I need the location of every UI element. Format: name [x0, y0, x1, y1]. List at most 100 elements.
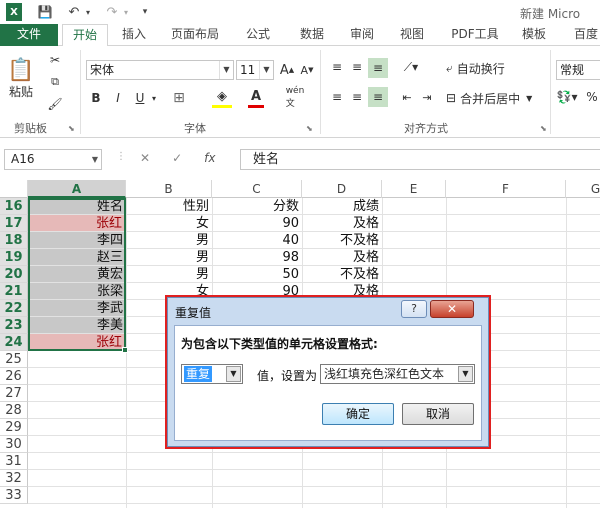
cell-c16[interactable]: 分数: [212, 198, 302, 215]
underline-button[interactable]: U: [132, 88, 148, 108]
row-header[interactable]: 31: [0, 453, 28, 470]
row-header[interactable]: 27: [0, 385, 28, 402]
column-header-b[interactable]: B: [126, 180, 212, 198]
row-header[interactable]: 24: [0, 334, 28, 351]
enter-icon[interactable]: ✓: [172, 151, 182, 165]
cell-c17[interactable]: 90: [212, 215, 302, 232]
redo-dropdown-icon[interactable]: ▾: [122, 3, 130, 21]
tab-view[interactable]: 视图: [392, 24, 432, 46]
cell-c20[interactable]: 50: [212, 266, 302, 283]
align-right-icon[interactable]: ≡: [368, 87, 388, 107]
tab-review[interactable]: 审阅: [342, 24, 382, 46]
alignment-launcher-icon[interactable]: ⬊: [540, 124, 547, 133]
name-box[interactable]: A16 ▼: [4, 149, 102, 170]
fx-icon[interactable]: fx: [204, 151, 215, 165]
grow-font-button[interactable]: A ▲: [278, 60, 296, 80]
row-header[interactable]: 18: [0, 232, 28, 249]
ok-button[interactable]: 确定: [322, 403, 394, 425]
cut-icon[interactable]: ✂: [46, 52, 64, 68]
row-header[interactable]: 33: [0, 487, 28, 504]
help-button[interactable]: ?: [401, 300, 427, 318]
paste-button[interactable]: 📋 粘贴: [6, 50, 36, 108]
cell-d19[interactable]: 及格: [302, 249, 382, 266]
formula-input[interactable]: 姓名: [240, 149, 600, 170]
row-header[interactable]: 19: [0, 249, 28, 266]
cell-a22[interactable]: 李武: [28, 300, 126, 317]
cell-a20[interactable]: 黄宏: [28, 266, 126, 283]
column-header-e[interactable]: E: [382, 180, 446, 198]
cell-a18[interactable]: 李四: [28, 232, 126, 249]
orientation-icon[interactable]: ⟋▾: [400, 58, 422, 76]
customize-toolbar-icon[interactable]: ▾: [140, 3, 150, 21]
italic-button[interactable]: I: [110, 88, 126, 108]
chevron-down-icon[interactable]: ▼: [219, 61, 233, 79]
row-header[interactable]: 17: [0, 215, 28, 232]
clipboard-launcher-icon[interactable]: ⬊: [68, 124, 75, 133]
border-icon[interactable]: ⊞: [170, 88, 188, 108]
cell-d16[interactable]: 成绩: [302, 198, 382, 215]
currency-icon[interactable]: 💱▾: [556, 88, 578, 106]
bold-button[interactable]: B: [88, 88, 104, 108]
format-painter-icon[interactable]: 🖌: [46, 96, 64, 112]
indent-decrease-icon[interactable]: ⇤: [398, 88, 416, 106]
chevron-down-icon[interactable]: ▼: [458, 366, 473, 382]
row-header[interactable]: 22: [0, 300, 28, 317]
shrink-font-button[interactable]: A ▼: [298, 60, 316, 80]
fill-handle[interactable]: [122, 347, 128, 353]
dialog-title-bar[interactable]: 重复值 ? ✕: [168, 298, 488, 324]
column-header-f[interactable]: F: [446, 180, 566, 198]
percent-icon[interactable]: %: [584, 88, 600, 106]
cell-d17[interactable]: 及格: [302, 215, 382, 232]
chevron-down-icon[interactable]: ▼: [92, 150, 98, 169]
align-left-icon[interactable]: ≡: [328, 88, 346, 106]
underline-dropdown-icon[interactable]: ▾: [150, 88, 158, 108]
row-header[interactable]: 29: [0, 419, 28, 436]
undo-dropdown-icon[interactable]: ▾: [84, 3, 92, 21]
tab-baidu[interactable]: 百度: [566, 24, 600, 46]
cancel-button[interactable]: 取消: [402, 403, 474, 425]
row-header[interactable]: 20: [0, 266, 28, 283]
redo-icon[interactable]: ↷: [104, 3, 120, 21]
indent-increase-icon[interactable]: ⇥: [418, 88, 436, 106]
column-header-a[interactable]: A: [28, 180, 126, 198]
font-color-icon[interactable]: A: [248, 88, 264, 108]
cell-a23[interactable]: 李美: [28, 317, 126, 334]
undo-icon[interactable]: ↶: [66, 3, 82, 21]
cell-b16[interactable]: 性别: [126, 198, 212, 215]
column-header-d[interactable]: D: [302, 180, 382, 198]
tab-file[interactable]: 文件: [0, 24, 58, 46]
row-header[interactable]: 23: [0, 317, 28, 334]
cell-a21[interactable]: 张梁: [28, 283, 126, 300]
cell-c18[interactable]: 40: [212, 232, 302, 249]
align-middle-icon[interactable]: ≡: [348, 58, 366, 76]
tab-formulas[interactable]: 公式: [238, 24, 278, 46]
cell-b20[interactable]: 男: [126, 266, 212, 283]
tab-insert[interactable]: 插入: [114, 24, 154, 46]
wrap-text-button[interactable]: ⤶ 自动换行: [446, 58, 536, 78]
align-bottom-icon[interactable]: ≡: [368, 58, 388, 78]
save-icon[interactable]: 💾: [36, 3, 54, 21]
value-type-select[interactable]: 重复 ▼: [181, 364, 243, 384]
row-header[interactable]: 32: [0, 470, 28, 487]
cell-b18[interactable]: 男: [126, 232, 212, 249]
row-header[interactable]: 16: [0, 198, 28, 215]
font-launcher-icon[interactable]: ⬊: [306, 124, 313, 133]
cell-a16[interactable]: 姓名: [28, 198, 126, 215]
chevron-down-icon[interactable]: ▼: [259, 61, 273, 79]
align-center-icon[interactable]: ≡: [348, 88, 366, 106]
cell-c19[interactable]: 98: [212, 249, 302, 266]
cell-b17[interactable]: 女: [126, 215, 212, 232]
tab-pdf-tools[interactable]: PDF工具: [446, 24, 504, 46]
row-header[interactable]: 26: [0, 368, 28, 385]
fill-color-icon[interactable]: ◈: [212, 88, 232, 108]
column-header-c[interactable]: C: [212, 180, 302, 198]
phonetic-icon[interactable]: wén 文: [284, 86, 306, 109]
cell-a24[interactable]: 张红: [29, 334, 125, 351]
align-top-icon[interactable]: ≡: [328, 58, 346, 76]
close-button[interactable]: ✕: [430, 300, 474, 318]
merge-center-button[interactable]: ⊟ 合并后居中 ▼: [446, 88, 546, 108]
tab-home[interactable]: 开始: [62, 24, 108, 47]
tab-page-layout[interactable]: 页面布局: [166, 24, 224, 46]
select-all-corner[interactable]: [0, 180, 28, 198]
cell-a19[interactable]: 赵三: [28, 249, 126, 266]
